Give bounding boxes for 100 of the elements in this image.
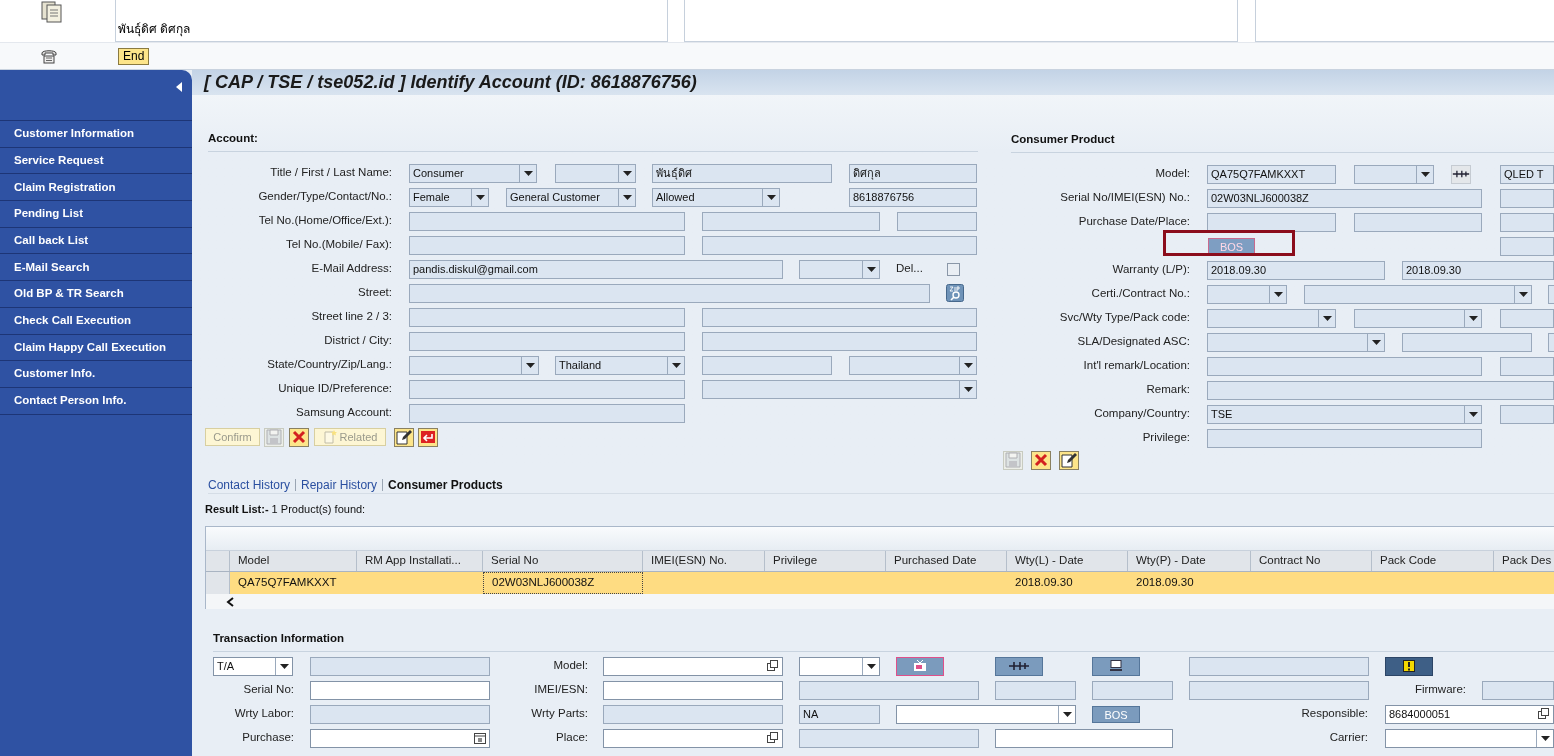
input-field[interactable] (702, 307, 977, 327)
dropdown[interactable] (555, 163, 636, 183)
dropdown[interactable] (1207, 308, 1336, 328)
dropdown[interactable] (1354, 308, 1482, 328)
dropdown[interactable] (1354, 164, 1434, 184)
input-field[interactable]: pandis.diskul@gmail.com (409, 259, 783, 279)
checkbox[interactable] (947, 262, 960, 276)
input-field[interactable] (1402, 332, 1532, 352)
tab[interactable]: Consumer Products (388, 476, 503, 494)
column-header[interactable]: Model (230, 551, 357, 571)
tab[interactable]: Contact History (208, 476, 291, 494)
new-document-icon (322, 430, 337, 444)
pencil-icon (1061, 452, 1077, 468)
input-field[interactable] (409, 331, 685, 351)
input-field[interactable] (310, 680, 490, 700)
ruler-button[interactable] (1451, 164, 1471, 184)
date-field[interactable] (310, 728, 490, 748)
dropdown[interactable] (1207, 284, 1287, 304)
icon-button[interactable] (995, 656, 1043, 676)
end-button[interactable]: End (118, 47, 150, 65)
field-label: Company/Country: (1093, 406, 1190, 422)
input-field[interactable] (1548, 284, 1554, 304)
input-field[interactable] (995, 728, 1173, 748)
x-mark-icon (1033, 452, 1049, 468)
input-field[interactable]: QLED T (1500, 164, 1554, 184)
input-field[interactable] (603, 680, 783, 700)
column-header[interactable]: Privilege (765, 551, 886, 571)
input-field[interactable] (702, 235, 977, 255)
tab[interactable]: Repair History (301, 476, 378, 494)
input-field[interactable] (1500, 404, 1554, 424)
collapse-triangle-icon[interactable] (176, 82, 182, 92)
input-field[interactable]: 2018.09.30 (1402, 260, 1554, 280)
icon-button[interactable] (1092, 656, 1140, 676)
input-field[interactable] (603, 656, 783, 676)
caret-icon (475, 194, 485, 200)
input-field[interactable] (1500, 188, 1554, 208)
dropdown[interactable]: Consumer (409, 163, 537, 183)
column-header[interactable]: Pack Code (1372, 551, 1494, 571)
input-field[interactable] (1500, 356, 1554, 376)
input-field[interactable]: 8618876756 (849, 187, 977, 207)
dropdown[interactable] (896, 704, 1076, 724)
input-field[interactable] (409, 403, 685, 423)
dropdown[interactable] (1304, 284, 1532, 304)
zip-search-button[interactable] (946, 284, 964, 302)
dropdown[interactable]: General Customer (506, 187, 636, 207)
input-field[interactable] (1548, 332, 1554, 352)
input-field[interactable]: 02W03NLJ600038Z (1207, 188, 1482, 208)
input-field[interactable] (409, 211, 685, 231)
input-field[interactable] (1207, 428, 1482, 448)
table-row[interactable]: QA75Q7FAMKXXT 02W03NLJ600038Z 2018.09.30 2018.09.30 (206, 572, 1554, 594)
column-header[interactable]: IMEI(ESN) No. (643, 551, 765, 571)
input-field[interactable] (1207, 212, 1336, 232)
input-field[interactable]: 8684000051 (1385, 704, 1554, 724)
input-field[interactable] (409, 307, 685, 327)
dropdown[interactable]: T/A (213, 656, 293, 676)
input-field[interactable]: 2018.09.30 (1207, 260, 1385, 280)
column-header[interactable]: Serial No (483, 551, 643, 571)
dropdown[interactable]: Thailand (555, 355, 685, 375)
input-field[interactable] (1500, 212, 1554, 232)
input-field[interactable]: ดิศกุล (849, 163, 977, 183)
input-field[interactable]: พันธุ์ดิศ (652, 163, 832, 183)
column-header[interactable]: Wty(P) - Date (1128, 551, 1251, 571)
input-field[interactable] (702, 355, 832, 375)
caret-icon (1273, 291, 1283, 297)
input-field[interactable] (702, 331, 977, 351)
input-field[interactable] (603, 728, 783, 748)
input-field[interactable] (1207, 356, 1482, 376)
dropdown[interactable]: Female (409, 187, 489, 207)
chevron-left-icon[interactable] (226, 596, 234, 607)
column-header[interactable]: Wty(L) - Date (1007, 551, 1128, 571)
input-field[interactable] (702, 211, 880, 231)
input-field[interactable] (1500, 308, 1554, 328)
field-label: Unique ID/Preference: (277, 381, 392, 397)
field-label: Remark: (1145, 382, 1190, 398)
input-field[interactable] (409, 379, 685, 399)
x-mark-icon (291, 429, 307, 445)
dropdown[interactable] (1385, 728, 1554, 748)
field-label: Tel No.(Mobile/ Fax): (284, 237, 392, 253)
input-field[interactable] (897, 211, 977, 231)
column-header[interactable]: RM App Installati... (357, 551, 483, 571)
dropdown[interactable]: Allowed (652, 187, 780, 207)
input-field[interactable] (409, 235, 685, 255)
dropdown[interactable] (1207, 332, 1385, 352)
input-field[interactable] (1354, 212, 1482, 232)
toolbar-button[interactable] (1059, 450, 1079, 470)
toolbar-button[interactable] (394, 427, 414, 447)
dropdown[interactable] (409, 355, 539, 375)
dropdown[interactable] (799, 656, 880, 676)
input-field[interactable] (1207, 380, 1554, 400)
dropdown[interactable] (799, 259, 880, 279)
column-header[interactable]: Contract No (1251, 551, 1372, 571)
input-field[interactable] (409, 283, 930, 303)
dropdown[interactable] (849, 355, 977, 375)
icon-button[interactable] (1385, 656, 1433, 676)
column-header[interactable]: Purchased Date (886, 551, 1007, 571)
input-field[interactable] (1500, 236, 1554, 256)
dropdown[interactable] (702, 379, 977, 399)
column-header[interactable]: Pack Des (1494, 551, 1554, 571)
dropdown[interactable]: TSE (1207, 404, 1482, 424)
input-field[interactable]: QA75Q7FAMKXXT (1207, 164, 1336, 184)
